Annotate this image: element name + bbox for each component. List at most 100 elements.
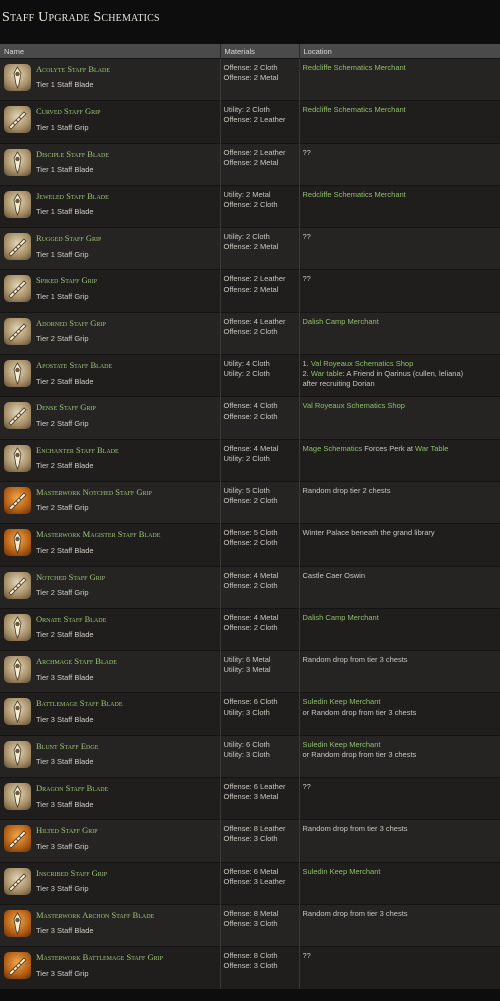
- blade-icon: [4, 444, 31, 472]
- materials-cell: Offense: 2 Cloth Offense: 2 Metal: [220, 57, 300, 101]
- location-cell: Redcliffe Schematics Merchant: [299, 100, 500, 144]
- location-cell: Random drop tier 2 chests: [299, 480, 500, 524]
- location-link[interactable]: Mage Schematics: [303, 444, 363, 453]
- name-cell: Masterwork Notched Staff Grip Tier 2 Staf…: [0, 480, 221, 524]
- location-link[interactable]: War table: [311, 369, 343, 378]
- material-line: Offense: 4 Leather: [223, 316, 286, 326]
- item-name-link[interactable]: Masterwork Notched Staff Grip: [36, 487, 217, 498]
- material-line: Utility: 2 Cloth: [223, 453, 270, 463]
- name-cell: Dense Staff Grip Tier 2 Staff Grip: [0, 396, 221, 440]
- location-link[interactable]: Dalish Camp Merchant: [303, 613, 379, 622]
- item-name-link[interactable]: Ornate Staff Blade: [36, 614, 217, 625]
- item-tier: Tier 3 Staff Blade: [36, 714, 94, 724]
- item-tier: Tier 1 Staff Blade: [36, 207, 94, 217]
- location-link[interactable]: Suledin Keep Merchant: [303, 697, 381, 706]
- item-tier: Tier 1 Staff Grip: [36, 249, 89, 259]
- column-header-name[interactable]: Name: [0, 44, 221, 59]
- location-cell: Mage Schematics Forces Perk at War Table: [299, 438, 500, 482]
- item-tier: Tier 3 Staff Blade: [36, 757, 94, 767]
- location-text: ??: [302, 274, 311, 284]
- location-line: Redcliffe Schematics Merchant: [303, 63, 497, 73]
- name-cell: Blunt Staff Edge Tier 3 Staff Blade: [0, 734, 221, 778]
- name-cell: Archmage Staff Blade Tier 3 Staff Blade: [0, 650, 221, 693]
- item-name-link[interactable]: Masterwork Magister Staff Blade: [36, 529, 217, 540]
- item-name-link[interactable]: Notched Staff Grip: [36, 572, 217, 583]
- location-cell: Winter Palace beneath the grand library: [299, 523, 500, 567]
- item-name-link[interactable]: Adorned Staff Grip: [36, 318, 217, 329]
- location-link[interactable]: War Table: [415, 444, 448, 453]
- location-cell: ??: [299, 227, 500, 270]
- item-name-link[interactable]: Archmage Staff Blade: [36, 656, 217, 667]
- item-name-link[interactable]: Hilted Staff Grip: [36, 825, 217, 836]
- table-row: Dragon Staff Blade Tier 3 Staff Blade Offe…: [0, 777, 500, 820]
- material-line: Offense: 2 Leather: [223, 274, 286, 284]
- material-line: Offense: 6 Cloth: [223, 697, 278, 707]
- location-link[interactable]: Redcliffe Schematics Merchant: [303, 190, 406, 199]
- blade-icon: [4, 783, 31, 811]
- column-header-location[interactable]: Location: [299, 44, 500, 59]
- table-row: Battlemage Staff Blade Tier 3 Staff Blade…: [0, 692, 500, 736]
- location-link[interactable]: Redcliffe Schematics Merchant: [303, 63, 406, 72]
- location-link[interactable]: Val Royeaux Schematics Shop: [303, 401, 405, 410]
- item-name-link[interactable]: Rugged Staff Grip: [36, 233, 217, 244]
- item-tier: Tier 3 Staff Grip: [36, 968, 89, 978]
- materials-cell: Offense: 8 Leather Offense: 3 Cloth: [220, 819, 300, 863]
- location-line: Random drop from tier 3 chests: [303, 655, 497, 665]
- item-name-link[interactable]: Masterwork Archon Staff Blade: [36, 910, 217, 921]
- materials-cell: Offense: 8 Metal Offense: 3 Cloth: [220, 903, 300, 947]
- location-link[interactable]: Suledin Keep Merchant: [303, 867, 381, 876]
- material-line: Utility: 2 Cloth: [223, 105, 270, 115]
- item-tier: Tier 2 Staff Grip: [36, 418, 89, 428]
- item-name-link[interactable]: Apostate Staff Blade: [36, 360, 217, 371]
- material-line: Utility: 5 Cloth: [223, 485, 270, 495]
- location-line: ??: [303, 274, 497, 284]
- item-name-link[interactable]: Inscribed Staff Grip: [36, 868, 217, 879]
- material-line: Offense: 4 Metal: [223, 612, 279, 622]
- item-name-link[interactable]: Disciple Staff Blade: [36, 149, 217, 160]
- item-tier: Tier 2 Staff Blade: [36, 461, 94, 471]
- location-link[interactable]: Redcliffe Schematics Merchant: [303, 105, 406, 114]
- table-row: Rugged Staff Grip Tier 1 Staff Grip Utilit…: [0, 227, 500, 270]
- location-text: ??: [302, 147, 311, 157]
- grip-icon: [4, 486, 31, 514]
- item-name-link[interactable]: Masterwork Battlemage Staff Grip: [36, 952, 217, 963]
- location-link[interactable]: Dalish Camp Merchant: [303, 317, 379, 326]
- material-line: Offense: 2 Metal: [223, 157, 279, 167]
- materials-cell: Utility: 4 Cloth Utility: 2 Cloth: [220, 354, 300, 397]
- location-link[interactable]: Suledin Keep Merchant: [303, 740, 381, 749]
- location-text: ??: [302, 782, 311, 792]
- item-name-link[interactable]: Battlemage Staff Blade: [36, 698, 217, 709]
- item-name-link[interactable]: Acolyte Staff Blade: [36, 64, 217, 75]
- location-text: 1.: [302, 359, 311, 369]
- item-tier: Tier 2 Staff Blade: [36, 545, 94, 555]
- name-cell: Adorned Staff Grip Tier 2 Staff Grip: [0, 311, 221, 355]
- name-cell: Battlemage Staff Blade Tier 3 Staff Blade: [0, 692, 221, 736]
- name-cell: Enchanter Staff Blade Tier 2 Staff Blade: [0, 438, 221, 482]
- item-tier: Tier 2 Staff Grip: [36, 588, 89, 598]
- location-cell: Suledin Keep Merchant or Random drop from…: [299, 692, 500, 736]
- item-name-link[interactable]: Jeweled Staff Blade: [36, 191, 217, 202]
- materials-cell: Offense: 6 Cloth Utility: 3 Cloth: [220, 692, 300, 736]
- table-row: Adorned Staff Grip Tier 2 Staff Grip Offen…: [0, 311, 500, 355]
- blade-icon: [4, 148, 31, 176]
- page-title: Staff Upgrade Schematics: [2, 10, 160, 25]
- item-name-link[interactable]: Enchanter Staff Blade: [36, 445, 217, 456]
- materials-cell: Offense: 8 Cloth Offense: 3 Cloth: [220, 946, 300, 990]
- location-line: ??: [303, 951, 497, 961]
- item-name-link[interactable]: Spiked Staff Grip: [36, 275, 217, 286]
- material-line: Utility: 3 Cloth: [223, 707, 270, 717]
- item-name-link[interactable]: Curved Staff Grip: [36, 106, 217, 117]
- materials-cell: Offense: 6 Leather Offense: 3 Metal: [220, 777, 300, 820]
- materials-cell: Utility: 2 Cloth Offense: 2 Leather: [220, 100, 300, 144]
- location-link[interactable]: Val Royeaux Schematics Shop: [311, 359, 413, 368]
- blade-icon: [4, 64, 31, 91]
- location-cell: ??: [299, 142, 500, 186]
- item-name-link[interactable]: Dense Staff Grip: [36, 402, 217, 413]
- name-cell: Curved Staff Grip Tier 1 Staff Grip: [0, 100, 221, 144]
- material-line: Offense: 4 Cloth: [223, 401, 278, 411]
- item-name-link[interactable]: Dragon Staff Blade: [36, 783, 217, 794]
- item-name-link[interactable]: Blunt Staff Edge: [36, 741, 217, 752]
- grip-icon: [4, 275, 31, 303]
- column-header-materials[interactable]: Materials: [220, 44, 300, 59]
- name-cell: Jeweled Staff Blade Tier 1 Staff Blade: [0, 184, 221, 228]
